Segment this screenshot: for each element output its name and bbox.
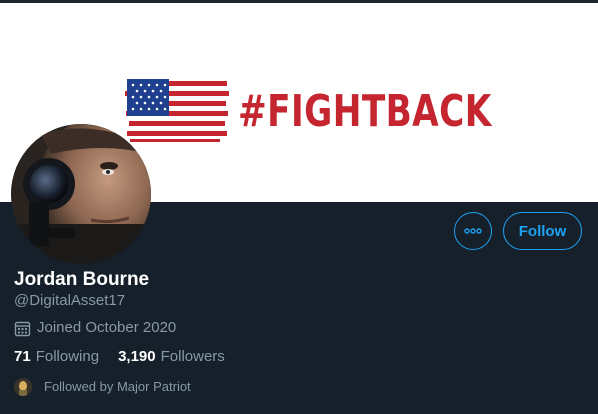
more-options-button[interactable] <box>454 212 492 250</box>
avatar[interactable] <box>11 124 151 264</box>
followers-count: 3,190 <box>118 348 156 365</box>
following-count: 71 <box>14 348 31 365</box>
joined-date: Joined October 2020 <box>14 318 176 338</box>
calendar-icon <box>14 320 31 337</box>
follow-button[interactable]: Follow <box>503 212 582 250</box>
followed-by-text: Followed by Major Patriot <box>44 379 191 394</box>
followed-by[interactable]: Followed by Major Patriot <box>14 377 191 397</box>
followers-link[interactable]: 3,190 Followers <box>118 347 225 367</box>
banner-hashtag: #FIGHTBACK <box>238 86 492 137</box>
following-label: Following <box>35 348 100 365</box>
profile-handle: @DigitalAsset17 <box>14 292 126 309</box>
followers-label: Followers <box>160 348 225 365</box>
avatar-photo <box>11 124 151 264</box>
joined-text: Joined October 2020 <box>37 319 177 336</box>
profile-name: Jordan Bourne <box>14 269 150 290</box>
more-options-icon <box>464 228 482 234</box>
follower-avatar <box>14 378 32 396</box>
following-link[interactable]: 71 Following <box>14 347 99 367</box>
follow-stats: 71 Following 3,190 Followers <box>14 347 225 367</box>
